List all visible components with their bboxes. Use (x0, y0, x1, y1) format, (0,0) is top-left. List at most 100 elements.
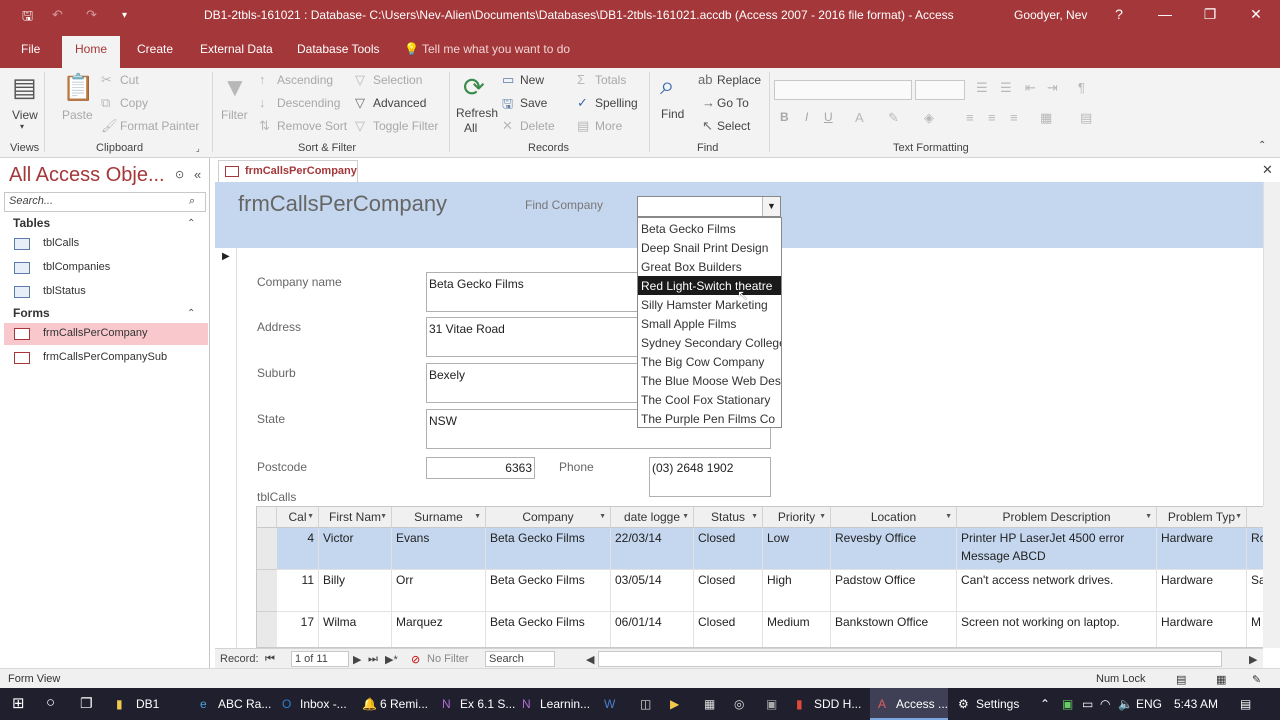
cell-location[interactable]: Padstow Office (831, 570, 957, 612)
chevron-down-icon[interactable]: ▾ (20, 122, 24, 131)
minimize-button[interactable]: — (1155, 6, 1175, 22)
subform-vertical-scrollbar[interactable] (1263, 506, 1280, 648)
numbering-icon[interactable]: ☰ (1000, 80, 1012, 96)
calculator-icon[interactable]: ▦ (704, 697, 715, 711)
cell-problem-type[interactable]: Hardware (1157, 528, 1247, 570)
app-icon[interactable]: ▣ (766, 697, 777, 711)
media-icon[interactable]: ▶ (670, 697, 679, 711)
underline-button[interactable]: U (824, 110, 833, 124)
align-left-icon[interactable]: ≡ (966, 110, 974, 125)
chrome-icon[interactable]: ◎ (734, 697, 744, 711)
nav-menu-icon[interactable]: ⊙ (175, 168, 184, 181)
dropdown-option[interactable]: Beta Gecko Films (638, 219, 781, 238)
new-button[interactable]: New (520, 73, 544, 87)
scroll-right-icon[interactable]: ▶ (1249, 653, 1257, 666)
clock[interactable]: 5:43 AM (1174, 697, 1218, 711)
scroll-left-icon[interactable]: ◀ (586, 653, 594, 666)
cell-company[interactable]: Beta Gecko Films (486, 570, 611, 612)
view-button[interactable]: View (12, 108, 38, 122)
cell-surname[interactable]: Orr (392, 570, 486, 612)
undo-icon[interactable]: ↶ (52, 7, 63, 23)
chevron-down-icon[interactable]: ▼ (474, 513, 481, 520)
find-button[interactable]: Find (661, 107, 684, 121)
tell-me-input[interactable]: Tell me what you want to do (422, 42, 570, 56)
dropdown-option[interactable]: Great Box Builders (638, 257, 781, 276)
cell-company[interactable]: Beta Gecko Films (486, 528, 611, 570)
column-header-location[interactable]: Location ▼ (831, 507, 957, 528)
cortana-icon[interactable]: ○ (46, 694, 55, 711)
row-selector[interactable] (257, 570, 277, 612)
cell-first-name[interactable]: Billy (319, 570, 392, 612)
column-header-date-logged[interactable]: date logge ▼ (611, 507, 694, 528)
taskbar-item-inbox[interactable]: Inbox -... (300, 697, 347, 711)
gridlines-icon[interactable]: ▦ (1040, 110, 1052, 126)
font-name-box[interactable] (774, 80, 912, 100)
taskbar-item-learning[interactable]: Learnin... (540, 697, 590, 711)
save-icon[interactable]: 🖫 (22, 7, 33, 29)
tab-home[interactable]: Home (62, 36, 121, 68)
row-selector[interactable] (257, 612, 277, 647)
cell-extra[interactable]: Ro (1247, 528, 1263, 570)
cell-call-id[interactable]: 11 (277, 570, 319, 612)
font-color-icon[interactable]: A (855, 110, 864, 125)
advanced-button[interactable]: Advanced (373, 96, 426, 110)
cell-problem-type[interactable]: Hardware (1157, 570, 1247, 612)
first-record-icon[interactable]: ⏮ (265, 653, 275, 666)
chevron-down-icon[interactable]: ▼ (307, 513, 314, 520)
nav-item-tblstatus[interactable]: tblStatus (4, 281, 208, 303)
cut-button[interactable]: Cut (120, 73, 139, 87)
battery-icon[interactable]: ▭ (1082, 697, 1093, 711)
task-view-icon[interactable]: ❐ (80, 695, 93, 712)
customize-quick-access-icon[interactable]: ▾ (122, 10, 127, 21)
cell-surname[interactable]: Evans (392, 528, 486, 570)
record-search-input[interactable]: Search (485, 651, 555, 667)
dropdown-option[interactable]: Small Apple Films (638, 314, 781, 333)
remove-sort-button[interactable]: Remove Sort (277, 119, 347, 133)
horizontal-scrollbar[interactable] (598, 651, 1222, 667)
column-header-problem-type[interactable]: Problem Typ ▼ (1157, 507, 1247, 528)
increase-indent-icon[interactable]: ⇥ (1047, 80, 1058, 96)
taskbar-item-ex[interactable]: Ex 6.1 S... (460, 697, 515, 711)
chevron-down-icon[interactable]: ▼ (819, 513, 826, 520)
save-button[interactable]: Save (520, 96, 547, 110)
cell-company[interactable]: Beta Gecko Films (486, 612, 611, 647)
align-center-icon[interactable]: ≡ (988, 110, 996, 125)
help-icon[interactable]: ? (1109, 6, 1129, 22)
refresh-all-label[interactable]: All (464, 121, 477, 135)
language-indicator[interactable]: ENG (1136, 697, 1162, 711)
cell-location[interactable]: Revesby Office (831, 528, 957, 570)
dropdown-option[interactable]: Deep Snail Print Design (638, 238, 781, 257)
dropdown-option-selected[interactable]: Red Light-Switch theatre (638, 276, 781, 295)
find-company-combo[interactable]: ▼ (637, 196, 781, 217)
next-record-icon[interactable]: ▶ (353, 653, 361, 666)
collapse-tables-icon[interactable]: ⌃ (187, 218, 195, 229)
nav-item-tblcompanies[interactable]: tblCompanies (4, 257, 208, 279)
notification-icon[interactable]: ▤ (1240, 697, 1251, 711)
postcode-field[interactable]: 6363 (426, 457, 535, 479)
cell-location[interactable]: Bankstown Office (831, 612, 957, 647)
descending-button[interactable]: Descending (277, 96, 340, 110)
record-selector[interactable]: ▶ (215, 248, 237, 648)
copy-button[interactable]: Copy (120, 96, 148, 110)
cell-problem-description[interactable]: Screen not working on laptop. (957, 612, 1157, 647)
nav-search-input[interactable]: Search... ⌕ (4, 192, 206, 212)
dropdown-option[interactable]: The Cool Fox Stationary (638, 390, 781, 409)
dropdown-option[interactable]: Sydney Secondary College (638, 333, 781, 352)
cell-status[interactable]: Closed (694, 528, 763, 570)
dropdown-option[interactable]: Silly Hamster Marketing (638, 295, 781, 314)
taskbar-item-settings[interactable]: Settings (976, 697, 1019, 711)
cell-priority[interactable]: Low (763, 528, 831, 570)
dropdown-option[interactable]: The Purple Pen Films Co (638, 409, 781, 427)
paste-button[interactable]: Paste (62, 108, 93, 122)
column-header-call[interactable]: Cal ▼ (277, 507, 319, 528)
italic-button[interactable]: I (805, 110, 808, 124)
cell-extra[interactable]: M (1247, 612, 1263, 647)
column-header-status[interactable]: Status ▼ (694, 507, 763, 528)
form-vertical-scrollbar[interactable] (1263, 182, 1280, 506)
chevron-down-icon[interactable]: ▼ (1145, 513, 1152, 520)
filter-button[interactable]: Filter (221, 108, 248, 122)
collapse-ribbon-icon[interactable]: ⌃ (1258, 140, 1266, 151)
nav-item-tblcalls[interactable]: tblCalls (4, 233, 208, 255)
chevron-down-icon[interactable]: ▼ (945, 513, 952, 520)
column-header-problem-description[interactable]: Problem Description ▼ (957, 507, 1157, 528)
